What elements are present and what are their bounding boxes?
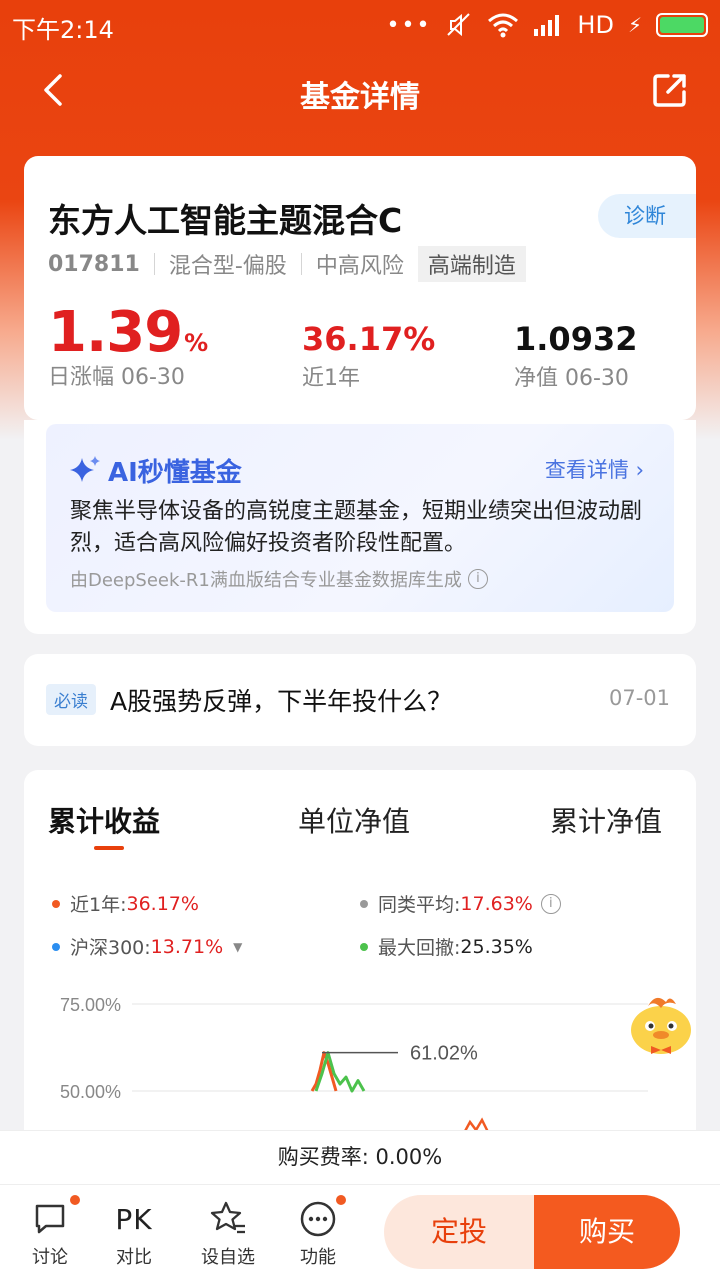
peak-annotation: 61.02% bbox=[410, 1043, 478, 1065]
fund-type: 混合型-偏股 bbox=[168, 254, 287, 279]
mute-icon bbox=[447, 13, 471, 37]
add-watchlist-button[interactable]: 设自选 bbox=[188, 1199, 268, 1269]
ai-source: 由DeepSeek-R1满血版结合专业基金数据库生成 i bbox=[70, 566, 488, 592]
ai-summary-section: AI秒懂基金 查看详情 › 聚焦半导体设备的高锐度主题基金，短期业绩突出但波动剧… bbox=[24, 420, 696, 634]
divider bbox=[153, 253, 155, 275]
dropdown-caret-icon: ▼ bbox=[233, 939, 243, 954]
legend-dot bbox=[52, 942, 60, 951]
charging-icon: ⚡ bbox=[627, 13, 642, 37]
ai-details-link[interactable]: 查看详情 › bbox=[545, 454, 644, 484]
performance-chart[interactable]: 75.00% 50.00% 61.02% bbox=[24, 970, 696, 1150]
functions-button[interactable]: 功能 bbox=[278, 1193, 358, 1269]
more-dots-icon: ••• bbox=[386, 12, 432, 38]
info-icon[interactable]: i bbox=[467, 569, 488, 589]
legend-peer-average: 同类平均: 17.63% i bbox=[360, 890, 561, 917]
fund-risk: 中高风险 bbox=[315, 254, 404, 279]
must-read-news[interactable]: 必读 A股强势反弹，下半年投什么？ 07-01 bbox=[24, 654, 696, 746]
signal-icon bbox=[534, 15, 560, 36]
share-icon[interactable] bbox=[650, 70, 690, 110]
y-tick-label: 75.00% bbox=[60, 995, 121, 1015]
page-title: 基金详情 bbox=[300, 80, 420, 115]
tab-accumulated-nav[interactable]: 累计净值 bbox=[550, 800, 662, 840]
year-return-value: 36.17% bbox=[302, 320, 436, 358]
star-icon bbox=[210, 1201, 245, 1234]
nav-value: 1.0932 bbox=[514, 320, 638, 358]
news-title: A股强势反弹，下半年投什么？ bbox=[110, 687, 453, 716]
purchase-fee-rate: 购买费率: 0.00% bbox=[0, 1130, 720, 1184]
legend-max-drawdown: 最大回撤: 25.35% bbox=[360, 933, 533, 960]
nav-label: 净值 06-30 bbox=[514, 366, 629, 391]
sparkle-icon bbox=[70, 455, 100, 482]
legend-fund: 近1年: 36.17% bbox=[52, 890, 199, 917]
nav-stat: 1.0932 净值 06-30 bbox=[514, 300, 637, 392]
legend-index-selector[interactable]: 沪深300: 13.71% ▼ bbox=[52, 933, 242, 960]
must-read-badge: 必读 bbox=[46, 684, 96, 715]
tab-unit-nav[interactable]: 单位净值 bbox=[298, 800, 410, 840]
notification-dot bbox=[68, 1193, 82, 1207]
year-return-stat: 36.17% 近1年 bbox=[302, 300, 435, 392]
performance-chart-card: 累计收益 单位净值 累计净值 近1年: 36.17% 同类平均: 17.63% i … bbox=[24, 770, 696, 1150]
daily-change-stat: 1.39% 日涨幅 06-30 bbox=[48, 300, 208, 391]
discuss-button[interactable]: 讨论 bbox=[10, 1193, 90, 1269]
chevron-right-icon: › bbox=[635, 458, 644, 482]
pk-icon: PK bbox=[115, 1202, 153, 1236]
auto-invest-button[interactable]: 定投 bbox=[384, 1195, 534, 1269]
mascot-icon[interactable] bbox=[626, 988, 696, 1058]
functions-label: 功能 bbox=[300, 1247, 336, 1268]
divider bbox=[300, 253, 302, 275]
nav-bar: 基金详情 bbox=[0, 50, 720, 134]
compare-label: 对比 bbox=[116, 1247, 152, 1268]
legend-dot bbox=[52, 899, 60, 908]
fund-code: 017811 bbox=[48, 251, 140, 277]
wifi-icon bbox=[488, 13, 519, 38]
daily-change-label: 日涨幅 06-30 bbox=[48, 365, 185, 390]
bottom-action-bar: 讨论 PK 对比 设自选 功能 定投 购买 bbox=[0, 1184, 720, 1280]
y-tick-label: 50.00% bbox=[60, 1082, 121, 1102]
tab-cumulative-return[interactable]: 累计收益 bbox=[48, 800, 160, 840]
ai-summary-text: 聚焦半导体设备的高锐度主题基金，短期业绩突出但波动剧烈，适合高风险偏好投资者阶段… bbox=[70, 499, 643, 556]
fund-summary-card: 东方人工智能主题混合C 诊断 017811 混合型-偏股 中高风险 高端制造 1… bbox=[24, 156, 696, 420]
network-label: HD bbox=[577, 11, 614, 39]
info-icon[interactable]: i bbox=[540, 893, 561, 914]
fund-sector-tag[interactable]: 高端制造 bbox=[417, 246, 526, 282]
discuss-label: 讨论 bbox=[32, 1247, 68, 1268]
legend-dot bbox=[360, 942, 368, 951]
ai-title: AI秒懂基金 bbox=[68, 452, 242, 489]
year-return-label: 近1年 bbox=[302, 366, 360, 391]
status-icons: ••• HD ⚡ bbox=[386, 8, 708, 42]
active-tab-indicator bbox=[94, 846, 124, 850]
status-time: 下午2:14 bbox=[12, 16, 114, 44]
news-date: 07-01 bbox=[608, 686, 670, 710]
legend-dot bbox=[360, 899, 368, 908]
chat-bubble-icon bbox=[35, 1204, 65, 1234]
watch-label: 设自选 bbox=[201, 1247, 255, 1268]
more-circle-icon bbox=[300, 1201, 336, 1237]
battery-icon bbox=[656, 13, 708, 37]
compare-button[interactable]: PK 对比 bbox=[94, 1199, 174, 1269]
fund-meta: 017811 混合型-偏股 中高风险 高端制造 bbox=[48, 246, 526, 282]
buy-button[interactable]: 购买 bbox=[534, 1195, 680, 1269]
fund-name: 东方人工智能主题混合C bbox=[48, 201, 403, 240]
daily-change-value: 1.39% bbox=[48, 300, 208, 365]
status-bar: 下午2:14 ••• HD ⚡ bbox=[0, 0, 720, 50]
notification-dot bbox=[334, 1193, 348, 1207]
diagnose-button[interactable]: 诊断 bbox=[598, 194, 696, 238]
ai-summary-card[interactable]: AI秒懂基金 查看详情 › 聚焦半导体设备的高锐度主题基金，短期业绩突出但波动剧… bbox=[46, 424, 674, 612]
